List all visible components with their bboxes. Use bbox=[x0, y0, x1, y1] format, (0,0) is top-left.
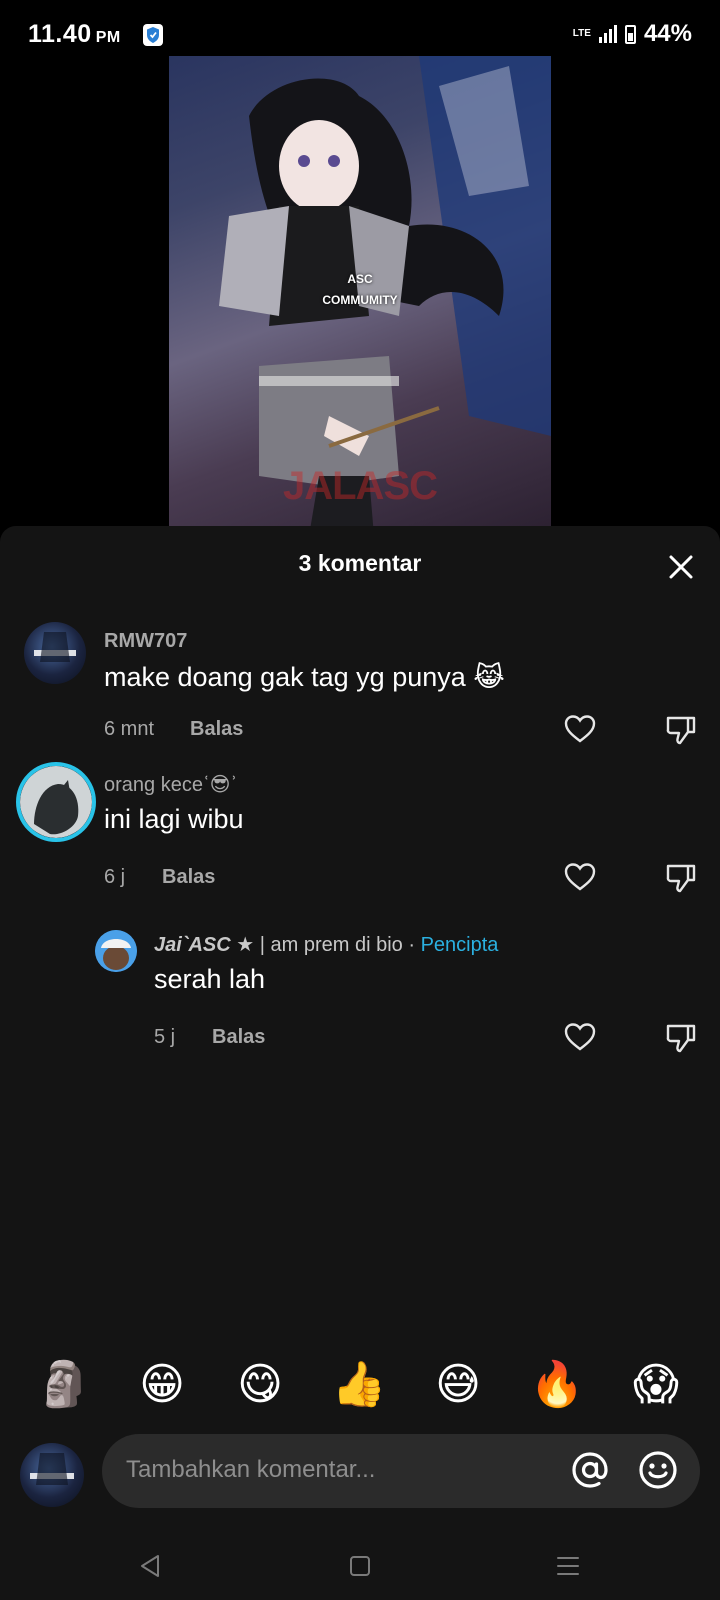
creator-badge: Pencipta bbox=[420, 934, 499, 956]
comment-time: 6 mnt bbox=[104, 718, 155, 740]
comment-input[interactable]: Tambahkan komentar... bbox=[102, 1434, 700, 1508]
video-preview[interactable]: ASC COMMUMITY JALASC bbox=[169, 56, 551, 536]
comment-input-placeholder: Tambahkan komentar... bbox=[126, 1456, 376, 1483]
avatar-artwork bbox=[34, 632, 76, 662]
comment-text: serah lah bbox=[154, 964, 266, 994]
avatar[interactable] bbox=[95, 930, 137, 972]
comment-username[interactable]: Jai`ASC ★ | am prem di bio · Pencipta bbox=[154, 932, 498, 957]
moai-emoji-button[interactable]: 🗿 bbox=[36, 1357, 92, 1413]
scream-emoji-button[interactable]: 😱 bbox=[628, 1357, 684, 1413]
shield-icon bbox=[143, 24, 163, 46]
home-icon[interactable] bbox=[340, 1546, 380, 1586]
network-label: LTE bbox=[572, 28, 591, 39]
signal-icon bbox=[598, 25, 617, 43]
dislike-icon[interactable] bbox=[664, 712, 698, 746]
reply-button[interactable]: Balas bbox=[162, 866, 215, 889]
close-icon[interactable] bbox=[666, 552, 696, 582]
watermark-logo: JALASC bbox=[282, 464, 438, 508]
emoji-quick-bar: 🗿 😁 😋 👍 😅 🔥 😱 bbox=[0, 1357, 720, 1417]
avatar[interactable] bbox=[24, 622, 86, 684]
reply-button[interactable]: Balas bbox=[212, 1026, 265, 1049]
avatar-artwork bbox=[20, 766, 92, 838]
mention-icon[interactable] bbox=[570, 1450, 610, 1490]
thumbs-up-emoji-button[interactable]: 👍 bbox=[331, 1357, 387, 1413]
yum-emoji-button[interactable]: 😋 bbox=[232, 1357, 288, 1413]
dislike-icon[interactable] bbox=[664, 1020, 698, 1054]
back-icon[interactable] bbox=[130, 1546, 170, 1586]
sweat-smile-emoji-button[interactable]: 😅 bbox=[430, 1357, 486, 1413]
dislike-icon[interactable] bbox=[664, 860, 698, 894]
heart-icon[interactable] bbox=[563, 712, 597, 746]
sunglasses-emoji: 😎 bbox=[209, 774, 231, 796]
emoji-picker-icon[interactable] bbox=[638, 1450, 678, 1490]
watermark-line1: ASC bbox=[347, 272, 373, 286]
comment-username[interactable]: orang keceʿ😎ʾ bbox=[104, 772, 237, 797]
status-indicators: LTE 44% bbox=[573, 20, 692, 48]
status-time: 11.40 PM bbox=[28, 20, 121, 48]
my-avatar bbox=[20, 1443, 84, 1507]
comment-time: 5 j bbox=[154, 1026, 176, 1048]
comment-text: make doang gak tag yg punya 😹 bbox=[104, 662, 505, 692]
watermark-line2: COMMUMITY bbox=[322, 293, 398, 307]
status-ampm: PM bbox=[95, 29, 121, 46]
avatar[interactable] bbox=[16, 762, 96, 842]
heart-icon[interactable] bbox=[563, 860, 597, 894]
system-nav-bar bbox=[0, 1530, 720, 1600]
heart-icon[interactable] bbox=[563, 1020, 597, 1054]
comment-username[interactable]: RMW707 bbox=[104, 630, 187, 653]
avatar-artwork bbox=[95, 930, 137, 972]
fire-emoji-button[interactable]: 🔥 bbox=[529, 1357, 585, 1413]
battery-percent: 44% bbox=[643, 20, 692, 47]
comment-count-title: 3 komentar bbox=[298, 550, 422, 576]
avatar-artwork bbox=[30, 1453, 74, 1485]
laughing-cat-emoji: 😹 bbox=[473, 662, 505, 692]
grin-emoji-button[interactable]: 😁 bbox=[134, 1357, 190, 1413]
recents-icon[interactable] bbox=[548, 1546, 588, 1586]
battery-icon bbox=[624, 24, 636, 44]
comment-time: 6 j bbox=[104, 866, 126, 888]
comment-text: ini lagi wibu bbox=[104, 804, 244, 834]
reply-button[interactable]: Balas bbox=[190, 718, 243, 741]
